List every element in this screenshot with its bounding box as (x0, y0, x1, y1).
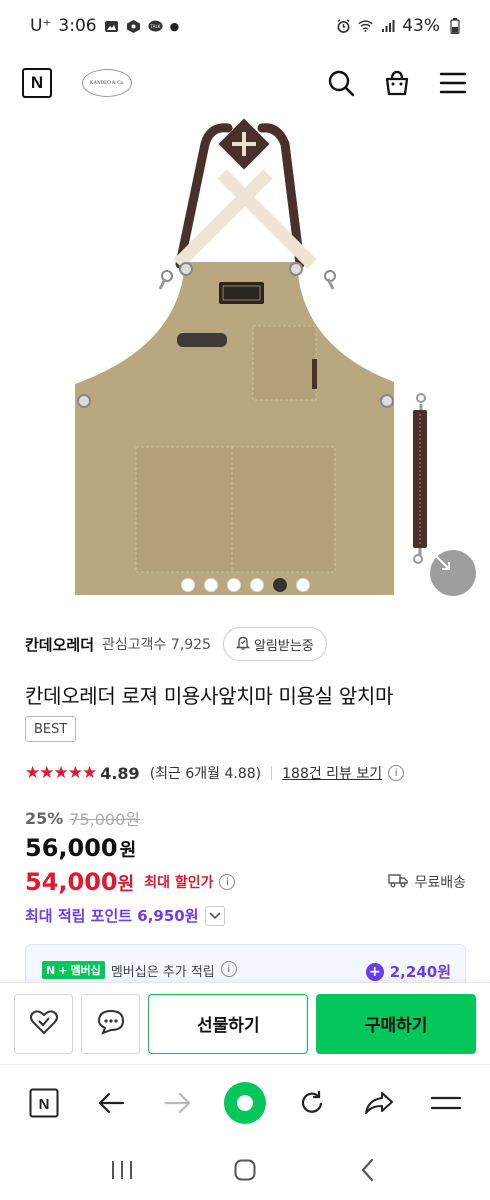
refresh-icon[interactable] (289, 1080, 335, 1126)
menu-icon[interactable] (438, 68, 468, 98)
search-icon[interactable] (326, 68, 356, 98)
discount-rate: 25% (25, 808, 64, 828)
forward-arrow-icon[interactable] (155, 1080, 201, 1126)
discount-row: 25% 75,000원 (25, 806, 140, 830)
store-name[interactable]: 칸데오레더 (25, 634, 94, 655)
info-icon[interactable]: i (220, 961, 237, 977)
chat-button[interactable] (81, 993, 141, 1054)
carousel-dot[interactable] (180, 578, 195, 592)
gallery-notification-icon (104, 19, 119, 34)
points-row[interactable]: 최대 적립 포인트 6,950원 (25, 905, 225, 926)
gift-button[interactable]: 선물하기 (148, 993, 309, 1054)
brand-logo-text: KANDEO & Co. (89, 80, 125, 86)
sale-price-unit: 원 (119, 840, 137, 861)
alarm-icon (336, 19, 351, 34)
more-notifications-icon: ● (169, 19, 180, 33)
info-icon[interactable]: i (388, 765, 405, 781)
carousel-dot-active[interactable] (272, 578, 287, 592)
naver-plus-badge: N + 멤버십 (42, 961, 105, 979)
sale-price: 56,000 (25, 834, 118, 862)
recent-apps-icon[interactable] (102, 1150, 142, 1190)
back-arrow-icon[interactable] (88, 1080, 134, 1126)
wifi-icon (358, 19, 373, 34)
badge-n: N (46, 963, 56, 977)
fans-count: 관심고객수 7,925 (102, 637, 211, 653)
points-label: 최대 적립 포인트 6,950원 (25, 907, 199, 925)
apron-image (75, 118, 427, 595)
plus-icon: + (365, 962, 384, 981)
rating-recent: (최근 6개월 4.88) (149, 766, 262, 782)
carrier-label: U⁺ (30, 16, 52, 36)
shipping-info: 무료배송 (388, 872, 466, 892)
badge-plus: + (58, 963, 68, 977)
back-icon-system[interactable] (348, 1150, 388, 1190)
sale-price-row: 56,000 원 (25, 834, 136, 862)
brand-logo[interactable]: KANDEO & Co. (82, 69, 132, 97)
bell-icon (235, 635, 251, 654)
naver-home-icon[interactable]: N (22, 68, 52, 98)
svg-text:TALK: TALK (149, 24, 160, 29)
signal-icon (380, 19, 395, 34)
carousel-dot[interactable] (249, 578, 264, 592)
product-image-carousel[interactable] (0, 114, 490, 601)
cart-icon[interactable] (382, 68, 412, 98)
review-link[interactable]: 188건 리뷰 보기 (282, 763, 382, 783)
notify-toggle-button[interactable]: 알림받는중 (222, 627, 327, 661)
max-discount-row: 54,000원 최대 할인가 i 무료배송 (25, 868, 466, 896)
browser-menu-icon[interactable] (423, 1080, 469, 1126)
best-badge: BEST (25, 716, 77, 742)
max-discount-price: 54,000원 (25, 868, 134, 896)
rating-row: ★★★★★ 4.89 (최근 6개월 4.88) 188건 리뷰 보기 i (25, 760, 470, 786)
carousel-dot[interactable] (226, 578, 241, 592)
wishlist-button[interactable] (14, 993, 74, 1054)
truck-icon (388, 872, 409, 892)
max-discount-unit: 원 (117, 874, 135, 895)
badge-text: 멤버십 (70, 964, 101, 977)
membership-points: + 2,240원 (365, 961, 451, 982)
carousel-indicator[interactable] (0, 578, 490, 592)
divider (271, 766, 273, 780)
talk-notification-icon: TALK (148, 19, 163, 34)
buy-button[interactable]: 구매하기 (316, 993, 476, 1054)
system-nav-bar (0, 1140, 490, 1200)
browser-nav-bar: N (0, 1064, 490, 1140)
membership-text: 멤버십은 추가 적립 (110, 965, 215, 980)
max-discount-label: 최대 할인가 (144, 875, 214, 891)
svg-text:N: N (38, 1096, 49, 1113)
rating-value: 4.89 (100, 763, 140, 783)
battery-percent: 43% (402, 16, 440, 36)
naver-tab-icon[interactable]: N (21, 1080, 67, 1126)
notify-label: 알림받는중 (253, 638, 314, 654)
product-title: 칸데오레더 로져 미용사앞치마 미용실 앞치마 (25, 684, 394, 708)
home-icon (223, 1081, 266, 1124)
shipping-label: 무료배송 (414, 875, 466, 891)
chat-icon (96, 1008, 126, 1040)
max-discount-value: 54,000 (25, 868, 118, 896)
home-button[interactable] (222, 1080, 268, 1126)
purchase-action-bar: 선물하기 구매하기 (0, 982, 490, 1064)
original-price: 75,000원 (69, 810, 141, 829)
expand-image-button[interactable] (430, 550, 476, 596)
clock: 3:06 (58, 16, 97, 36)
box-notification-icon (126, 19, 141, 34)
carousel-dot[interactable] (203, 578, 218, 592)
home-icon-system[interactable] (225, 1150, 265, 1190)
membership-points-value: 2,240원 (389, 963, 451, 981)
battery-icon (447, 18, 462, 34)
info-icon[interactable]: i (219, 874, 236, 890)
rating-stars: ★★★★★ (25, 763, 97, 783)
share-icon[interactable] (356, 1080, 402, 1126)
heart-check-icon (29, 1008, 59, 1040)
carousel-dot[interactable] (295, 578, 310, 592)
status-bar: U⁺ 3:06 TALK ● 43% (0, 0, 490, 52)
store-row: 칸데오레더 관심고객수 7,925 알림받는중 (25, 626, 470, 662)
app-header: N KANDEO & Co. (0, 52, 490, 114)
chevron-down-icon[interactable] (204, 905, 225, 926)
